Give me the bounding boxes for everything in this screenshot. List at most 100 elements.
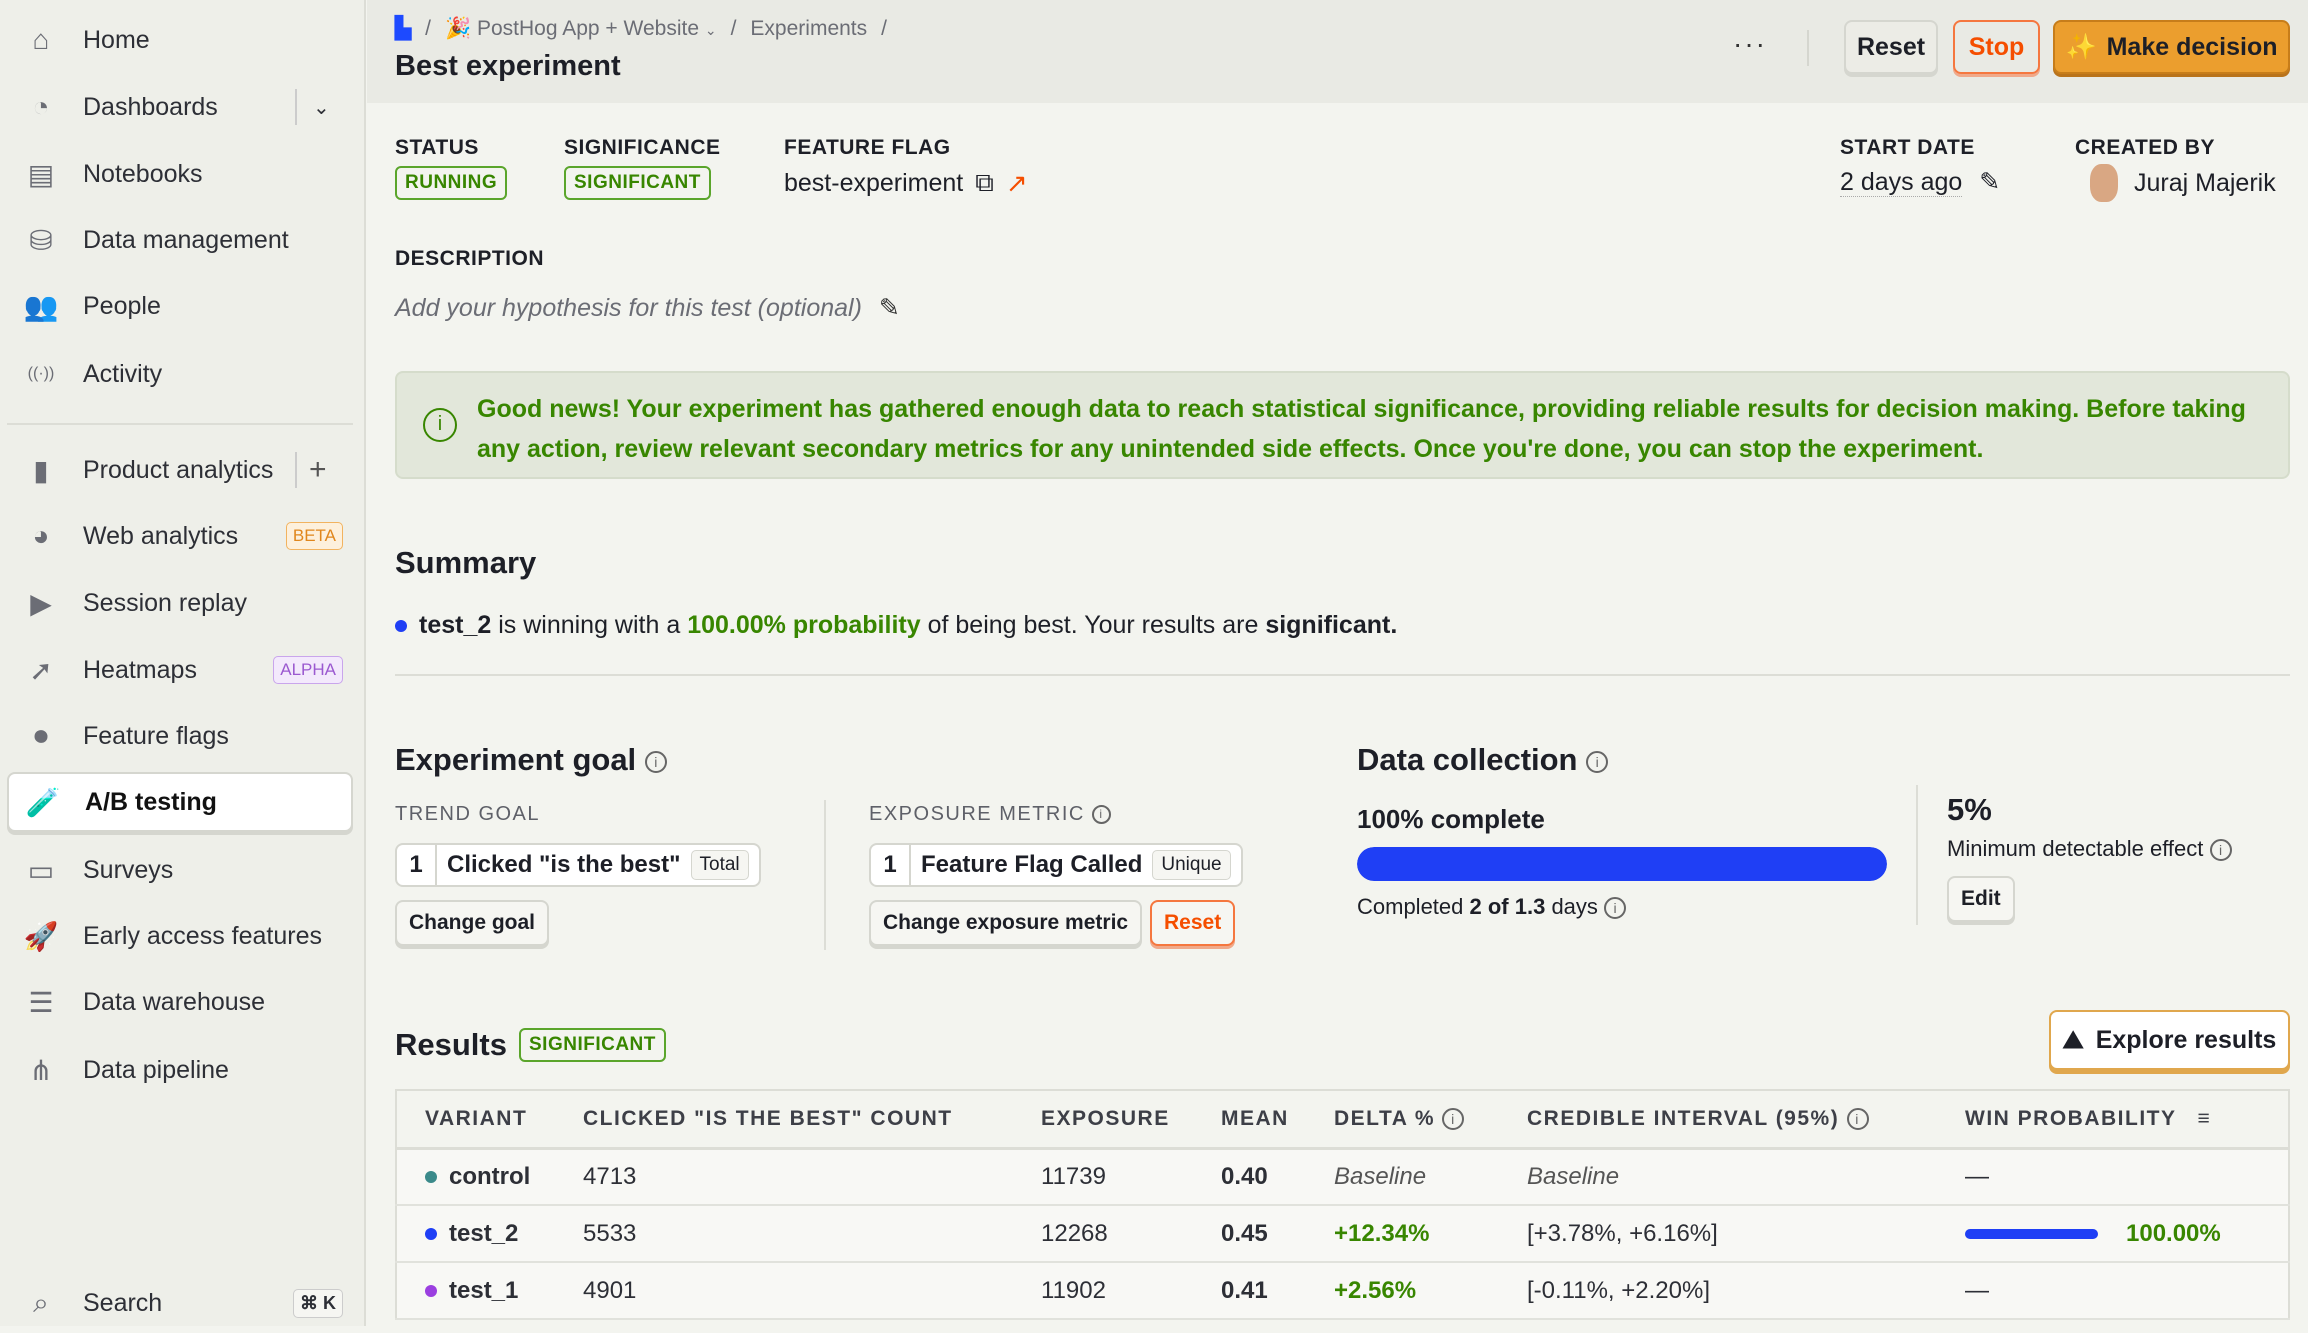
sidebar-item-activity[interactable]: ((·)) Activity bbox=[7, 344, 353, 404]
table-row: test_1 4901 11902 0.41 +2.56% [-0.11%, +… bbox=[396, 1262, 2289, 1320]
column-header-delta[interactable]: DELTA % i bbox=[1334, 1090, 1527, 1150]
sidebar-item-people[interactable]: 👥 People bbox=[7, 276, 353, 336]
column-header-win-probability[interactable]: WIN PROBABILITY ≡ bbox=[1965, 1090, 2289, 1150]
project-name: PostHog App + Website bbox=[477, 16, 699, 40]
sidebar-item-label: Web analytics bbox=[83, 521, 239, 550]
column-header-variant[interactable]: VARIANT bbox=[396, 1090, 583, 1150]
sidebar-item-product-analytics[interactable]: ▮ Product analytics + bbox=[7, 440, 353, 500]
results-title: Results bbox=[395, 1027, 507, 1062]
home-icon: ⌂ bbox=[32, 24, 50, 55]
info-icon[interactable]: i bbox=[644, 750, 667, 773]
collection-progress-bar bbox=[1357, 847, 1887, 881]
completed-suffix: days bbox=[1545, 894, 1598, 919]
breadcrumb-project[interactable]: 🎉 PostHog App + Website ⌄ bbox=[445, 17, 717, 41]
info-icon[interactable]: i bbox=[1586, 750, 1609, 773]
data-collection-title: Data collection i bbox=[1357, 742, 1609, 778]
mde-label-text: Minimum detectable effect bbox=[1947, 836, 2204, 861]
results-table: VARIANT CLICKED "IS THE BEST" COUNT EXPO… bbox=[395, 1089, 2290, 1320]
bar-chart-icon: ▮ bbox=[33, 454, 49, 486]
sidebar-item-dashboards[interactable]: ◔ Dashboards ⌄ bbox=[7, 77, 353, 137]
summary-text-1: is winning with a bbox=[491, 611, 688, 639]
more-icon[interactable]: ··· bbox=[1733, 28, 1767, 60]
reset-exposure-button[interactable]: Reset bbox=[1150, 900, 1236, 946]
sidebar-item-home[interactable]: ⌂ Home bbox=[7, 10, 353, 70]
sidebar-item-label: Data warehouse bbox=[83, 987, 266, 1016]
sidebar-item-heatmaps[interactable]: ➚ Heatmaps ALPHA bbox=[7, 640, 353, 700]
posthog-logo-icon[interactable]: ▙ bbox=[395, 16, 411, 41]
exposure-cell: 11902 bbox=[1041, 1262, 1221, 1320]
sidebar-item-notebooks[interactable]: ▤ Notebooks bbox=[7, 144, 353, 204]
variant-dot bbox=[395, 620, 407, 633]
sidebar-item-a-b-testing[interactable]: 🧪 A/B testing bbox=[7, 772, 353, 832]
search-button[interactable]: ⌕ Search ⌘ K bbox=[7, 1273, 353, 1333]
metric-index: 1 bbox=[397, 845, 437, 885]
info-icon[interactable]: i bbox=[1604, 897, 1627, 920]
sidebar-item-data-pipeline[interactable]: ⋔ Data pipeline bbox=[7, 1040, 353, 1100]
change-goal-button[interactable]: Change goal bbox=[395, 900, 550, 946]
win-probability-cell: — bbox=[1965, 1148, 2289, 1206]
column-header-count[interactable]: CLICKED "IS THE BEST" COUNT bbox=[583, 1090, 1041, 1150]
sidebar-item-surveys[interactable]: ▭ Surveys bbox=[7, 840, 353, 900]
sidebar-item-web-analytics[interactable]: ◕ Web analytics BETA bbox=[7, 506, 353, 566]
credible-interval-cell: Baseline bbox=[1527, 1148, 1965, 1206]
copy-icon[interactable]: ⧉ bbox=[975, 167, 994, 199]
sidebar-item-early-access-features[interactable]: 🚀 Early access features bbox=[7, 906, 353, 966]
description-field[interactable]: Add your hypothesis for this test (optio… bbox=[395, 293, 900, 323]
chevron-down-icon[interactable]: ⌄ bbox=[313, 95, 330, 120]
edit-mde-button[interactable]: Edit bbox=[1947, 876, 2015, 922]
trend-goal-label: TREND GOAL bbox=[395, 803, 541, 825]
change-exposure-button[interactable]: Change exposure metric bbox=[869, 900, 1143, 946]
column-header-credible-interval[interactable]: CREDIBLE INTERVAL (95%) i bbox=[1527, 1090, 1965, 1150]
dashboard-icon: ◔ bbox=[32, 91, 50, 122]
metric-math: Total bbox=[690, 850, 749, 880]
sidebar-item-label: Data pipeline bbox=[83, 1055, 229, 1084]
edit-icon[interactable]: ✎ bbox=[1979, 168, 2000, 196]
info-icon[interactable]: i bbox=[1091, 805, 1111, 825]
plus-icon[interactable]: + bbox=[309, 453, 327, 487]
explore-results-button[interactable]: ⛰ Explore results bbox=[2049, 1010, 2290, 1070]
external-link-icon[interactable]: ↗ bbox=[1006, 168, 1028, 199]
chart-icon: ⛰ bbox=[2062, 1025, 2084, 1054]
sidebar-item-data-management[interactable]: ⛁ Data management bbox=[7, 210, 353, 270]
avatar bbox=[2090, 164, 2118, 202]
info-icon[interactable]: i bbox=[1846, 1108, 1869, 1131]
breadcrumb-experiments[interactable]: Experiments bbox=[750, 17, 867, 41]
progress-fill bbox=[1357, 847, 1887, 881]
sidebar-item-label: Heatmaps bbox=[83, 655, 197, 684]
winning-variant: test_2 bbox=[419, 611, 492, 639]
column-header-exposure[interactable]: EXPOSURE bbox=[1041, 1090, 1221, 1150]
ci-header-text: CREDIBLE INTERVAL (95%) bbox=[1527, 1106, 1840, 1130]
completed-days-value: 2 of 1.3 bbox=[1469, 894, 1546, 919]
pipeline-icon: ⋔ bbox=[29, 1054, 53, 1086]
trend-goal-metric: 1 Clicked "is the best" Total bbox=[395, 843, 761, 887]
mean-cell: 0.45 bbox=[1221, 1205, 1334, 1263]
feature-flag-key: best-experiment bbox=[784, 168, 964, 197]
make-decision-label: Make decision bbox=[2106, 32, 2278, 61]
sort-icon[interactable]: ≡ bbox=[2197, 1107, 2211, 1130]
sidebar-item-session-replay[interactable]: ▶ Session replay bbox=[7, 573, 353, 633]
reset-button[interactable]: Reset bbox=[1844, 20, 1938, 74]
info-icon[interactable]: i bbox=[2209, 839, 2232, 862]
breadcrumb: ▙ / 🎉 PostHog App + Website ⌄ / Experiment… bbox=[395, 16, 887, 41]
beta-tag: BETA bbox=[285, 522, 343, 550]
sidebar-item-data-warehouse[interactable]: ☰ Data warehouse bbox=[7, 972, 353, 1032]
variant-name: test_2 bbox=[449, 1219, 519, 1247]
sidebar-item-feature-flags[interactable]: ⏺ Feature flags bbox=[7, 706, 353, 766]
pie-chart-icon: ◕ bbox=[32, 520, 50, 551]
column-header-mean[interactable]: MEAN bbox=[1221, 1090, 1334, 1150]
mean-cell: 0.40 bbox=[1221, 1148, 1334, 1206]
info-icon[interactable]: i bbox=[1442, 1108, 1465, 1131]
exposure-cell: 11739 bbox=[1041, 1148, 1221, 1206]
stop-button[interactable]: Stop bbox=[1953, 20, 2040, 74]
make-decision-button[interactable]: ✨ Make decision bbox=[2053, 20, 2290, 74]
chevron-down-icon: ⌄ bbox=[704, 21, 717, 38]
edit-icon[interactable]: ✎ bbox=[879, 294, 900, 322]
sidebar-item-label: Early access features bbox=[83, 921, 322, 950]
win-probability-cell: — bbox=[1965, 1262, 2289, 1320]
sidebar-item-label: A/B testing bbox=[85, 787, 217, 816]
divider bbox=[295, 89, 297, 125]
sidebar-item-label: Activity bbox=[83, 359, 163, 388]
completed-prefix: Completed bbox=[1357, 894, 1470, 919]
variant-name: test_1 bbox=[449, 1276, 519, 1304]
delta-header-text: DELTA % bbox=[1334, 1106, 1436, 1130]
